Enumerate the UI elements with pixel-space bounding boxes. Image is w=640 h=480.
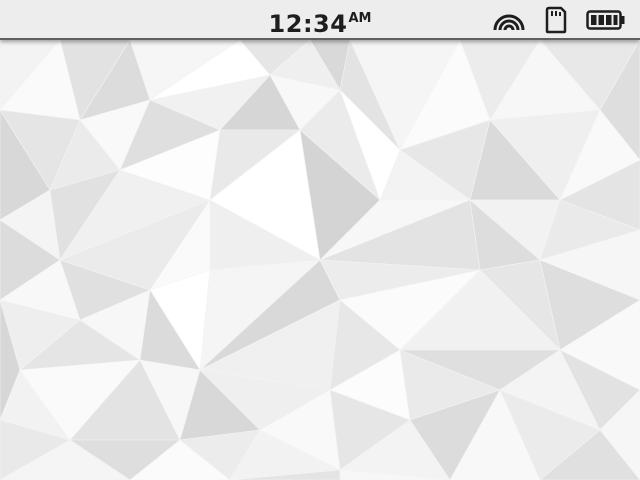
wallpaper	[0, 0, 640, 480]
status-bar: 12:34AM	[0, 0, 640, 40]
battery-icon	[586, 10, 626, 30]
sd-card-icon	[545, 6, 567, 34]
wifi-icon	[492, 6, 526, 32]
clock-time: 12:34	[268, 10, 348, 38]
clock-ampm: AM	[348, 11, 372, 26]
clock: 12:34AM	[0, 4, 640, 42]
